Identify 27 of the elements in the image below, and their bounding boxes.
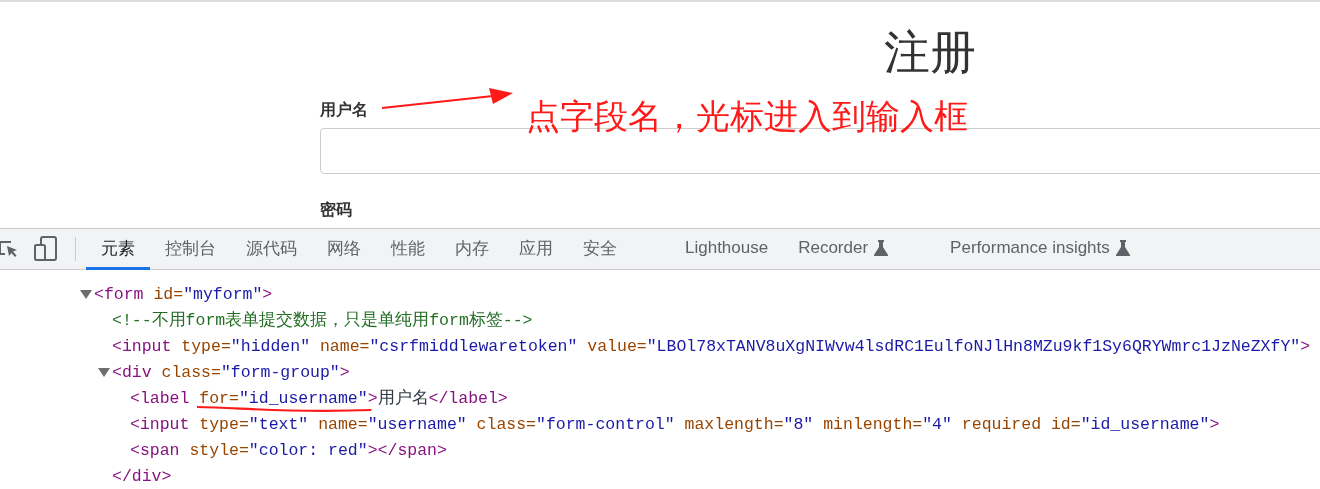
code-line[interactable]: <div class="form-group"> bbox=[112, 362, 350, 382]
device-icon[interactable] bbox=[34, 236, 57, 261]
panel-tab[interactable]: 控制台 bbox=[150, 229, 231, 270]
panel-tab[interactable]: Performance insights bbox=[935, 229, 1145, 270]
expand-triangle-icon[interactable] bbox=[98, 367, 110, 377]
code-line[interactable]: <!--不用form表单提交数据，只是单纯用form标签--> bbox=[112, 309, 533, 331]
panel-tab[interactable]: 应用 bbox=[504, 229, 568, 270]
page-title: 注册 bbox=[884, 25, 976, 80]
code-line[interactable]: <input type="text" name="username" class="form-control" maxlength="8" minlength="4" required id="id_username"> bbox=[130, 414, 1220, 434]
field-label[interactable]: 用户名 bbox=[320, 100, 368, 120]
code-line[interactable]: <span style="color: red"></span> bbox=[130, 440, 447, 460]
annotation-text: 点字段名，光标进入到输入框 bbox=[526, 96, 968, 137]
panel-tab[interactable]: Lighthouse bbox=[670, 229, 784, 270]
panel-tab[interactable]: 性能 bbox=[376, 229, 440, 270]
panel-tab[interactable]: 源代码 bbox=[231, 229, 312, 270]
code-line[interactable]: <label for="id_username">用户名</label> bbox=[130, 387, 508, 409]
field-label[interactable]: 密码 bbox=[320, 200, 352, 220]
code-line[interactable]: </div> bbox=[112, 466, 172, 486]
code-line[interactable]: <input type="hidden" name="csrfmiddlewaretoken" value="LBOl78xTANV8uXgNIWvw4lsdRC1EulfoNJlHn8MZu9kf1Sy6QRYWmrc1JzNeZXfY"> bbox=[112, 336, 1311, 356]
panel-tab[interactable]: 元素 bbox=[86, 229, 150, 270]
code-line[interactable]: <form id="myform"> bbox=[94, 284, 273, 304]
inspect-icon[interactable] bbox=[0, 241, 17, 257]
panel-tab[interactable]: Recorder bbox=[783, 229, 904, 270]
panel-tab[interactable]: 安全 bbox=[568, 229, 632, 270]
panel-tab[interactable]: 内存 bbox=[440, 229, 504, 270]
panel-tab[interactable]: 网络 bbox=[312, 229, 376, 270]
expand-triangle-icon[interactable] bbox=[80, 289, 92, 299]
